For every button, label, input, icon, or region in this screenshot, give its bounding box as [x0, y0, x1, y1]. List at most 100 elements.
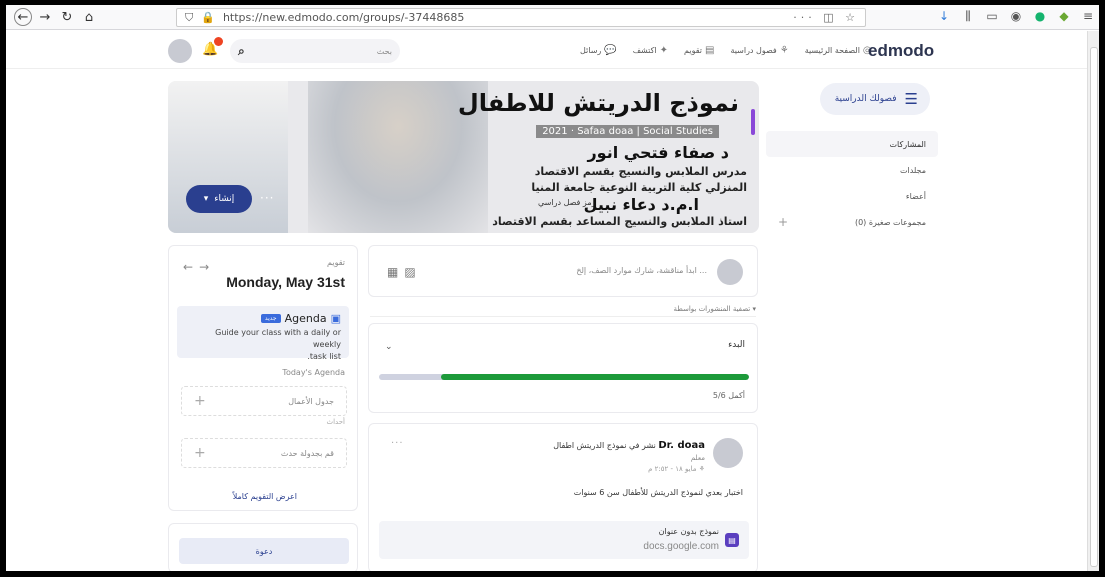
- sidebar-item-members[interactable]: أعضاء: [766, 183, 938, 209]
- library-icon[interactable]: ⫼: [961, 9, 975, 24]
- nav-messages[interactable]: رسائل 💬: [580, 45, 617, 56]
- discover-icon: ✦: [659, 45, 669, 56]
- author-avatar[interactable]: [713, 438, 743, 468]
- calendar-date: Monday, May 31st: [226, 274, 345, 290]
- page-scrollbar[interactable]: [1087, 31, 1099, 571]
- author-name[interactable]: Dr. doaa: [658, 440, 705, 451]
- extension-icon[interactable]: ◉: [1009, 9, 1023, 24]
- schedule-event[interactable]: + قم بجدولة حدث: [181, 438, 347, 468]
- banner-line5: استاذ الملابس والنسيج المساعد بقسم الاقت…: [492, 215, 747, 228]
- nav-discover[interactable]: اكتشف ✦: [633, 45, 668, 56]
- browser-window: ← → ↻ ⌂ ⛉ 🔒 https://new.edmodo.com/group…: [6, 5, 1099, 571]
- chevron-down-icon: ▾: [203, 194, 209, 204]
- banner-line2: مدرس الملابس والنسيج بقسم الاقتصاد: [534, 165, 747, 178]
- agenda-desc-2: .task list: [307, 352, 341, 361]
- group-banner: نموذج الدريتش للاطفال 2021 · Safaa doaa …: [168, 81, 759, 233]
- banner-more-button[interactable]: ···: [260, 191, 274, 205]
- events-label: أحداث: [326, 418, 345, 426]
- forward-icon[interactable]: →: [36, 8, 54, 26]
- sidebar-item-small-groups[interactable]: + مجموعات صغيرة (0): [766, 209, 938, 235]
- chevron-down-icon[interactable]: ⌄: [385, 342, 393, 352]
- next-arrow-icon[interactable]: →: [199, 260, 215, 274]
- search-icon: ⌕: [238, 43, 245, 58]
- post-filter[interactable]: تصفية المنشورات بواسطة ▾: [370, 303, 756, 317]
- calendar-label: تقويم: [327, 258, 345, 267]
- agenda-table-label: جدول الأعمال: [288, 396, 334, 406]
- nav-label: اكتشف: [632, 46, 657, 55]
- reload-icon[interactable]: ↻: [58, 8, 76, 26]
- user-avatar[interactable]: [168, 39, 192, 63]
- main-nav: رسائل 💬 اكتشف ✦ تقويم ▤ فصول دراسية ⚘ الصفحة…: [580, 45, 872, 56]
- calendar-icon: ▤: [704, 45, 715, 56]
- progress-track: [379, 374, 749, 380]
- page-actions[interactable]: ··· ◫ ☆: [793, 11, 859, 24]
- filter-label: تصفية المنشورات بواسطة ▾: [667, 305, 756, 313]
- nav-label: تقويم: [684, 46, 702, 55]
- sidebar-icon[interactable]: ▭: [985, 9, 999, 24]
- your-classes-button[interactable]: فصولك الدراسية ☰: [820, 83, 930, 115]
- plus-icon: +: [194, 445, 206, 461]
- post-text: اختبار بعدي لنموذج الدريتش للأطفال سن 6 …: [573, 488, 743, 497]
- sidebar-item-label: أعضاء: [905, 191, 926, 201]
- todays-agenda-label: Today's Agenda: [282, 368, 345, 377]
- nav-label: فصول دراسية: [730, 46, 777, 55]
- banner-year: 2021: [542, 126, 568, 137]
- banner-line4: ا.م.د دعاء نبيل: [583, 195, 699, 214]
- composer-placeholder: ابدأ مناقشة، شارك موارد الصف، إلخ ...: [576, 266, 707, 275]
- browser-toolbar: ← → ↻ ⌂ ⛉ 🔒 https://new.edmodo.com/group…: [6, 5, 1099, 30]
- sidebar-item-label: مجلدات: [899, 165, 926, 175]
- attachment-title: نموذج بدون عنوان: [658, 527, 719, 536]
- add-small-group-icon[interactable]: +: [778, 215, 788, 229]
- nav-classes[interactable]: فصول دراسية ⚘: [730, 45, 788, 56]
- addon-icon[interactable]: ◆: [1057, 9, 1071, 24]
- view-full-calendar-link[interactable]: اعرض التقويم كاملاً: [233, 492, 297, 501]
- post-composer[interactable]: ابدأ مناقشة، شارك موارد الصف، إلخ ... ▦▨: [368, 245, 758, 297]
- agenda-promo[interactable]: جديد Agenda ▣ Guide your class with a da…: [177, 306, 349, 361]
- sidebar-item-label: مجموعات صغيرة (0): [854, 217, 926, 227]
- nav-home[interactable]: الصفحة الرئيسية ◎: [805, 45, 872, 56]
- progress-fill: [440, 374, 749, 380]
- composer-tools: ▦▨: [387, 265, 422, 279]
- home-icon[interactable]: ⌂: [80, 8, 98, 26]
- group-sidebar: المشاركات مجلدات أعضاء + مجموعات صغيرة (…: [766, 131, 938, 235]
- schedule-icon[interactable]: ▦: [387, 265, 404, 279]
- getting-started-label: البدء: [728, 340, 745, 350]
- sidebar-item-folders[interactable]: مجلدات: [766, 157, 938, 183]
- scrollbar-thumb[interactable]: [1090, 47, 1098, 567]
- post-author: نشر في نموذج الدريتش اطفال Dr. doaa: [553, 440, 705, 451]
- invite-button[interactable]: دعوة: [179, 538, 349, 564]
- plus-icon: +: [194, 393, 206, 409]
- banner-subtitle: 2021 · Safaa doaa | Social Studies: [536, 125, 719, 138]
- download-icon[interactable]: ↓: [937, 9, 951, 24]
- nav-label: رسائل: [580, 46, 602, 55]
- search-input[interactable]: ⌕ بحث: [230, 39, 400, 63]
- post-time-text: مايو ١٨ - ٢:٥٢ م: [648, 465, 697, 473]
- prev-arrow-icon[interactable]: ←: [183, 260, 199, 274]
- url-bar[interactable]: ⛉ 🔒 https://new.edmodo.com/groups/-37448…: [176, 8, 866, 27]
- author-role: معلم: [690, 454, 705, 462]
- nav-calendar[interactable]: تقويم ▤: [684, 45, 714, 56]
- attachment-source: docs.google.com: [643, 541, 719, 552]
- calendar-card: ←→ تقويم Monday, May 31st جديد Agenda ▣ …: [168, 245, 358, 511]
- add-agenda-item[interactable]: + جدول الأعمال: [181, 386, 347, 416]
- create-button[interactable]: ▾ إنشاء: [186, 185, 252, 213]
- drafts-icon[interactable]: ▨: [404, 265, 421, 279]
- menu-icon[interactable]: ≡: [1081, 9, 1095, 24]
- group-name: Safaa doaa | Social Studies: [577, 126, 713, 137]
- back-icon[interactable]: ←: [14, 8, 32, 26]
- create-label: إنشاء: [214, 194, 235, 204]
- getting-started-card[interactable]: ⌄ البدء أكمل 5/6: [368, 323, 758, 413]
- edmodo-logo[interactable]: edmodo: [868, 41, 934, 61]
- calendar-nav[interactable]: ←→: [183, 260, 215, 274]
- grammarly-icon[interactable]: ●: [1033, 9, 1047, 24]
- post-more-button[interactable]: ···: [391, 438, 404, 449]
- banner-line3: المنزلي كلية التربية النوعية جامعة المني…: [531, 181, 747, 194]
- page-actions-more[interactable]: ···: [793, 11, 816, 24]
- notification-badge: [214, 37, 223, 46]
- sidebar-item-posts[interactable]: المشاركات: [766, 131, 938, 157]
- chat-icon: 💬: [604, 45, 617, 56]
- google-form-icon: ▤: [725, 533, 739, 547]
- new-badge: جديد: [260, 314, 281, 323]
- post-attachment[interactable]: ▤ نموذج بدون عنوان docs.google.com: [379, 521, 749, 559]
- post-time: مايو ١٨ - ٢:٥٢ م ⚘: [648, 465, 705, 473]
